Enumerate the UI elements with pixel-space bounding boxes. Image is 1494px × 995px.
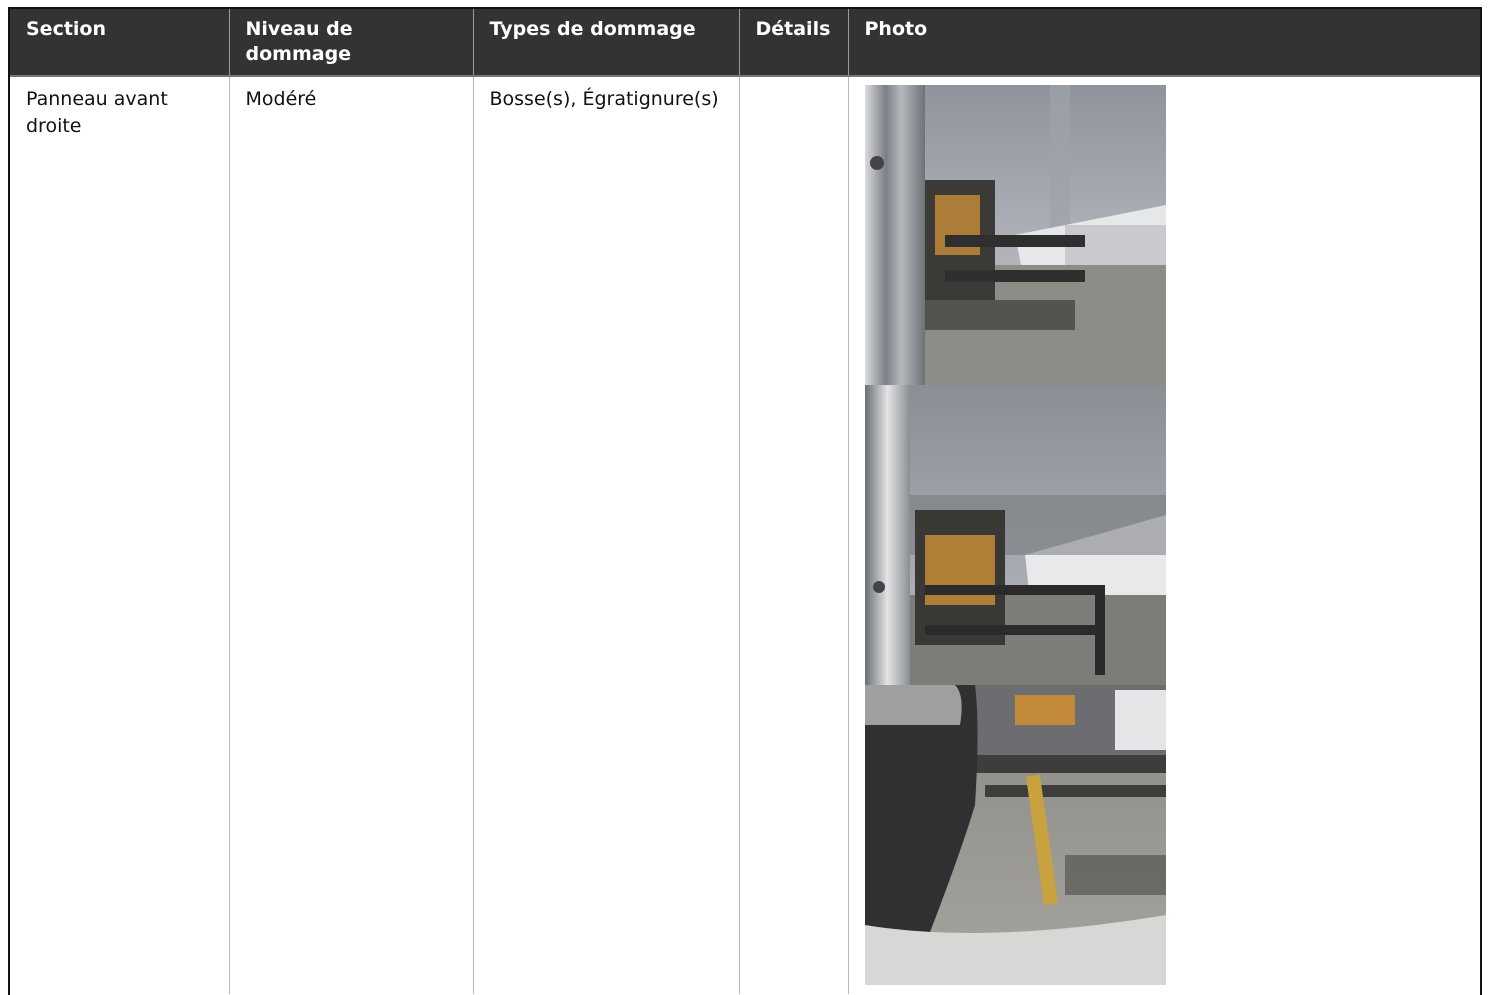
table-row: Panneau avant droite Modéré Bosse(s), Ég… xyxy=(10,76,1480,994)
header-damage-level: Niveau de dommage xyxy=(229,9,474,77)
header-section: Section xyxy=(10,9,230,77)
table-header-row: Section Niveau de dommage Types de domma… xyxy=(10,9,1480,77)
cell-details xyxy=(739,76,849,994)
damage-table: Section Niveau de dommage Types de domma… xyxy=(10,9,1480,994)
cell-section: Panneau avant droite xyxy=(10,76,230,994)
cell-photo xyxy=(848,76,1480,994)
damage-photo-2[interactable] xyxy=(864,385,1166,685)
photo-stack xyxy=(864,85,1465,985)
header-details: Détails xyxy=(739,9,849,77)
damage-photo-1[interactable] xyxy=(864,85,1166,385)
damage-photo-3[interactable] xyxy=(864,685,1166,985)
header-photo: Photo xyxy=(848,9,1480,77)
cell-damage-level: Modéré xyxy=(229,76,474,994)
cell-damage-types: Bosse(s), Égratignure(s) xyxy=(473,76,740,994)
header-damage-types: Types de dommage xyxy=(473,9,740,77)
damage-report-table-frame: Section Niveau de dommage Types de domma… xyxy=(8,7,1482,995)
